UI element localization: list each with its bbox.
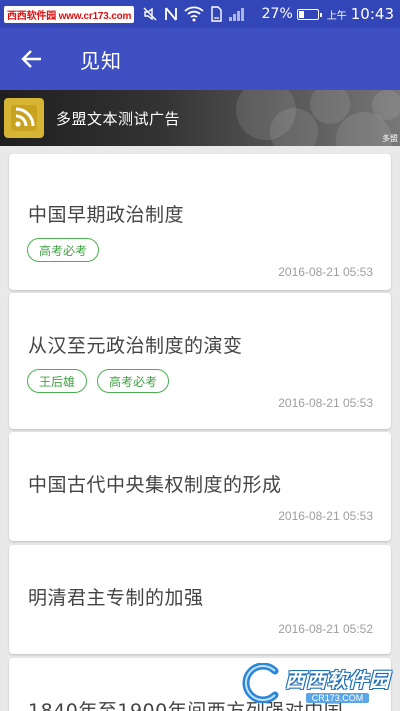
back-button[interactable] [0,28,64,90]
tag-list: 高考必考 [27,238,100,262]
article-card[interactable]: 明清君主专制的加强 2016-08-21 05:52 [9,545,391,654]
article-date: 2016-08-21 05:52 [278,622,373,636]
battery-icon [296,8,322,20]
article-date: 2016-08-21 05:53 [278,509,373,523]
article-date: 2016-08-21 05:53 [278,265,373,279]
article-card[interactable]: 中国古代中央集权制度的形成 2016-08-21 05:53 [9,432,391,541]
battery-fill [298,10,304,18]
article-title: 中国古代中央集权制度的形成 [28,474,282,496]
tag[interactable]: 高考必考 [97,369,170,393]
watermark-logo-icon [242,663,279,703]
article-card[interactable]: 中国早期政治制度 高考必考 2016-08-21 05:53 [9,154,391,290]
article-card[interactable]: 从汉至元政治制度的演变 王后雄 高考必考 2016-08-21 05:53 [9,293,391,429]
battery-percent: 27% [261,6,293,22]
arrow-left-icon [21,50,41,68]
ad-text: 多盟文本测试广告 [56,110,181,128]
watermark-sub: CR173.COM [305,692,370,703]
tag[interactable]: 高考必考 [27,238,100,262]
sim-icon [210,6,222,22]
signal-icon [228,6,246,22]
watermark-top: 西西软件园 www.cr173.com [4,5,135,23]
tag-list: 王后雄 高考必考 [27,369,170,393]
rss-icon [4,98,44,138]
article-title: 明清君主专制的加强 [28,587,204,609]
ad-mark: 多盟 [382,134,398,143]
wifi-icon [184,6,204,22]
ad-banner[interactable]: 多盟文本测试广告 多盟 [0,90,400,146]
article-title: 从汉至元政治制度的演变 [28,335,243,357]
article-title: 中国早期政治制度 [28,204,185,226]
clock: 10:43 [350,5,394,23]
status-icons [142,6,246,22]
tag[interactable]: 王后雄 [27,369,88,393]
page-title: 见知 [80,48,122,73]
mute-icon [142,6,158,22]
nfc-icon [164,6,178,22]
article-date: 2016-08-21 05:53 [278,396,373,410]
app-bar: 见知 [0,28,400,90]
watermark-bottom: 西西软件园 CR173.COM [239,663,390,703]
time-prefix: 上午 [326,10,347,22]
watermark-main: 西西软件园 [285,667,390,692]
status-bar: 西西软件园 www.cr173.com 27% 上午 10:43 [0,0,400,28]
